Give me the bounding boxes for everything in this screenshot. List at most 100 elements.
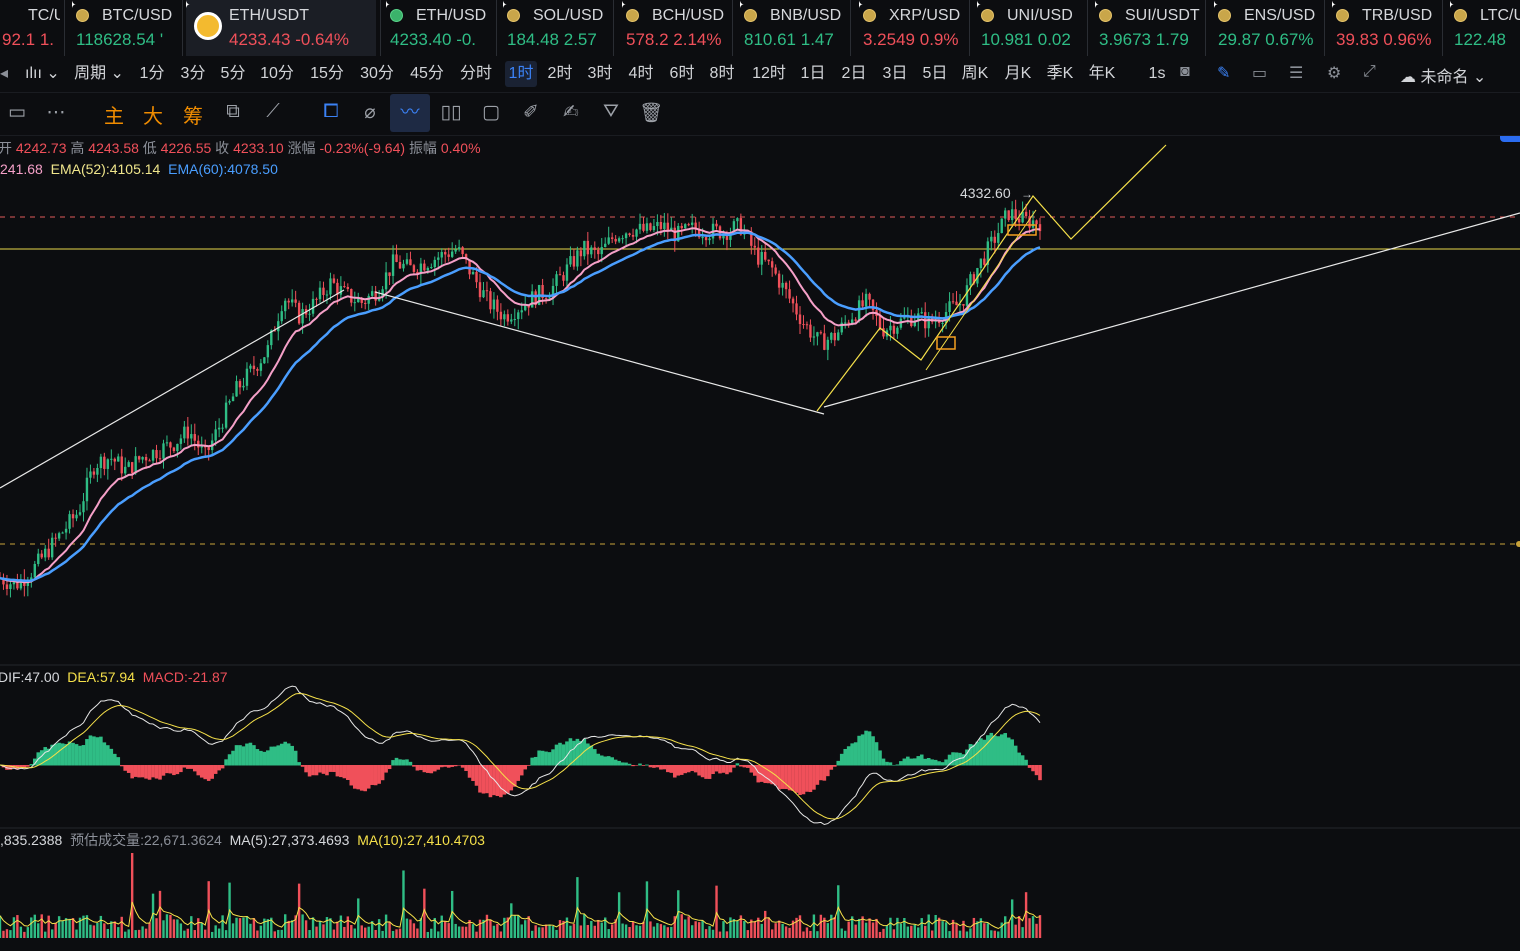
high-price-marker: 4332.60 bbox=[960, 185, 1011, 201]
period-option[interactable]: 5分 bbox=[218, 61, 248, 87]
period-dropdown[interactable]: 周期 ⌄ bbox=[73, 61, 125, 87]
pencil-icon[interactable]: ✎ bbox=[1217, 63, 1230, 83]
filter-icon[interactable]: ⛛ bbox=[598, 101, 624, 123]
period-option[interactable]: 年K bbox=[1087, 61, 1117, 87]
ticker-tab[interactable]: ✦ BNB/USD 810.61 1.47 bbox=[740, 0, 846, 56]
period-option[interactable]: 4时 bbox=[626, 61, 656, 87]
macd-histogram-bar bbox=[506, 765, 510, 794]
fullscreen-icon[interactable]: ⤢ bbox=[1363, 63, 1376, 81]
ticker-tab[interactable]: ✦ ETH/USD 4233.40 -0. bbox=[386, 0, 492, 56]
ticker-tab[interactable]: ✦ ENS/USD 29.87 0.67% bbox=[1214, 0, 1320, 56]
cloud-layout-dropdown[interactable]: ☁ 未命名 ⌄ bbox=[1400, 63, 1486, 87]
copy-icon[interactable]: ⧠ bbox=[318, 101, 344, 123]
candle-body bbox=[986, 241, 990, 265]
list-icon[interactable]: ☰ bbox=[1289, 63, 1303, 83]
candles-icon[interactable]: ▯▯ bbox=[438, 101, 464, 124]
edit-box-icon[interactable]: ⧉ bbox=[220, 101, 246, 123]
volume-bar bbox=[781, 923, 784, 938]
layout-icon[interactable]: ▭ bbox=[1252, 63, 1267, 83]
period-option[interactable]: 1分 bbox=[138, 61, 166, 87]
period-option[interactable]: 15分 bbox=[308, 61, 346, 87]
candle-body bbox=[329, 278, 332, 295]
volume-bar bbox=[861, 916, 864, 938]
measure-icon[interactable]: ⟋ bbox=[260, 101, 286, 123]
period-option[interactable]: 5日 bbox=[920, 61, 950, 87]
macd-histogram-bar bbox=[791, 765, 795, 791]
macd-histogram-bar bbox=[119, 765, 124, 767]
ticker-tab[interactable]: ✦ SUI/USDT 3.9673 1.79 bbox=[1095, 0, 1201, 56]
period-option[interactable]: 3时 bbox=[585, 61, 615, 87]
macd-dif-line bbox=[0, 685, 1041, 826]
candle-body bbox=[127, 462, 130, 467]
macd-histogram-bar bbox=[394, 757, 399, 766]
period-option[interactable]: 1s bbox=[1145, 61, 1169, 87]
period-option[interactable]: 45分 bbox=[408, 61, 446, 87]
period-option[interactable]: 分时 bbox=[457, 61, 495, 87]
candle-body bbox=[398, 261, 402, 269]
window-icon[interactable]: ▭ bbox=[4, 101, 30, 124]
volume-bar bbox=[19, 926, 23, 938]
macd-histogram-bar bbox=[735, 763, 740, 766]
main-indicator-button[interactable]: 主 bbox=[101, 100, 127, 129]
back-arrow-icon[interactable]: ◂ bbox=[0, 63, 8, 83]
period-option[interactable]: 1时 bbox=[505, 61, 537, 87]
volume-bar bbox=[628, 927, 631, 938]
big-indicator-button[interactable]: 大 bbox=[140, 100, 166, 129]
macd-histogram-bar bbox=[655, 765, 660, 768]
ticker-tab[interactable]: TC/USD 92.1 1. bbox=[0, 0, 60, 56]
macd-histogram-bar bbox=[599, 755, 604, 766]
ticker-tab[interactable]: ✦ UNI/USD 10.981 0.02 bbox=[977, 0, 1083, 56]
ticker-tab[interactable]: ✦ BTC/USD 118628.54 ' bbox=[72, 0, 178, 56]
period-option[interactable]: 2时 bbox=[545, 61, 575, 87]
candle-body bbox=[861, 300, 864, 307]
ticker-tab[interactable]: ✦ TRB/USD 39.83 0.96% bbox=[1332, 0, 1438, 56]
candle-type-icon[interactable]: ılıı ⌄ bbox=[25, 63, 60, 83]
period-option[interactable]: 10分 bbox=[258, 61, 296, 87]
camera-icon[interactable]: ◙ bbox=[1180, 63, 1190, 81]
period-option[interactable]: 3日 bbox=[880, 61, 910, 87]
period-option[interactable]: 月K bbox=[1003, 61, 1033, 87]
ticker-tab[interactable]: ✦ SOL/USD 184.48 2.57 bbox=[503, 0, 609, 56]
more-icon[interactable]: ⋯ bbox=[43, 101, 69, 124]
ticker-tab[interactable]: ✦ LTC/U 122.48 bbox=[1450, 0, 1520, 56]
note-icon[interactable]: ✐ bbox=[518, 101, 544, 124]
trash-icon[interactable]: 🗑 bbox=[638, 101, 664, 125]
macd-histogram-bar bbox=[206, 765, 211, 781]
volume-bar bbox=[976, 921, 979, 938]
settings-gear-icon[interactable]: ⚙ bbox=[1327, 63, 1341, 83]
period-option[interactable]: 2日 bbox=[839, 61, 869, 87]
macd-histogram-bar bbox=[384, 765, 388, 773]
zone-box-drawing bbox=[1007, 224, 1037, 236]
candle-body bbox=[697, 229, 701, 238]
period-option[interactable]: 周K bbox=[960, 61, 990, 87]
draw-line-icon[interactable]: 〰 bbox=[390, 94, 430, 132]
candle-body bbox=[642, 223, 645, 231]
candle-body bbox=[158, 458, 162, 460]
period-option[interactable]: 3分 bbox=[178, 61, 208, 87]
candle-body bbox=[809, 324, 812, 338]
period-option[interactable]: 30分 bbox=[358, 61, 396, 87]
period-option[interactable]: 1日 bbox=[799, 61, 827, 87]
ticker-tab[interactable]: ✦ BCH/USD 578.2 2.14% bbox=[622, 0, 728, 56]
macd-histogram-bar bbox=[502, 765, 507, 795]
volume-bar bbox=[110, 921, 113, 938]
period-option[interactable]: 8时 bbox=[707, 61, 737, 87]
volume-bar bbox=[687, 916, 690, 938]
volume-bar bbox=[190, 916, 193, 938]
ruler-icon[interactable]: ⌀ bbox=[357, 101, 383, 124]
clipboard-icon[interactable]: ▢ bbox=[478, 101, 504, 124]
macd-histogram-bar bbox=[342, 765, 347, 779]
period-option[interactable]: 6时 bbox=[667, 61, 697, 87]
period-option[interactable]: 12时 bbox=[750, 61, 788, 87]
brush-icon[interactable]: ✍ bbox=[558, 101, 584, 124]
macd-histogram-bar bbox=[182, 765, 187, 768]
open-value: 4242.73 bbox=[15, 140, 67, 156]
ticker-tab[interactable]: ✦ XRP/USD 3.2549 0.9% bbox=[859, 0, 965, 56]
macd-histogram-bar bbox=[704, 765, 708, 779]
ticker-tab[interactable]: ✦ ETH/USDT 4233.43 -0.64% bbox=[186, 0, 376, 56]
chips-indicator-button[interactable]: 筹 bbox=[180, 100, 206, 129]
period-option[interactable]: 季K bbox=[1045, 61, 1075, 87]
macd-histogram-bar bbox=[808, 765, 813, 793]
macd-histogram-bar bbox=[1038, 765, 1042, 781]
candle-body bbox=[78, 512, 82, 515]
